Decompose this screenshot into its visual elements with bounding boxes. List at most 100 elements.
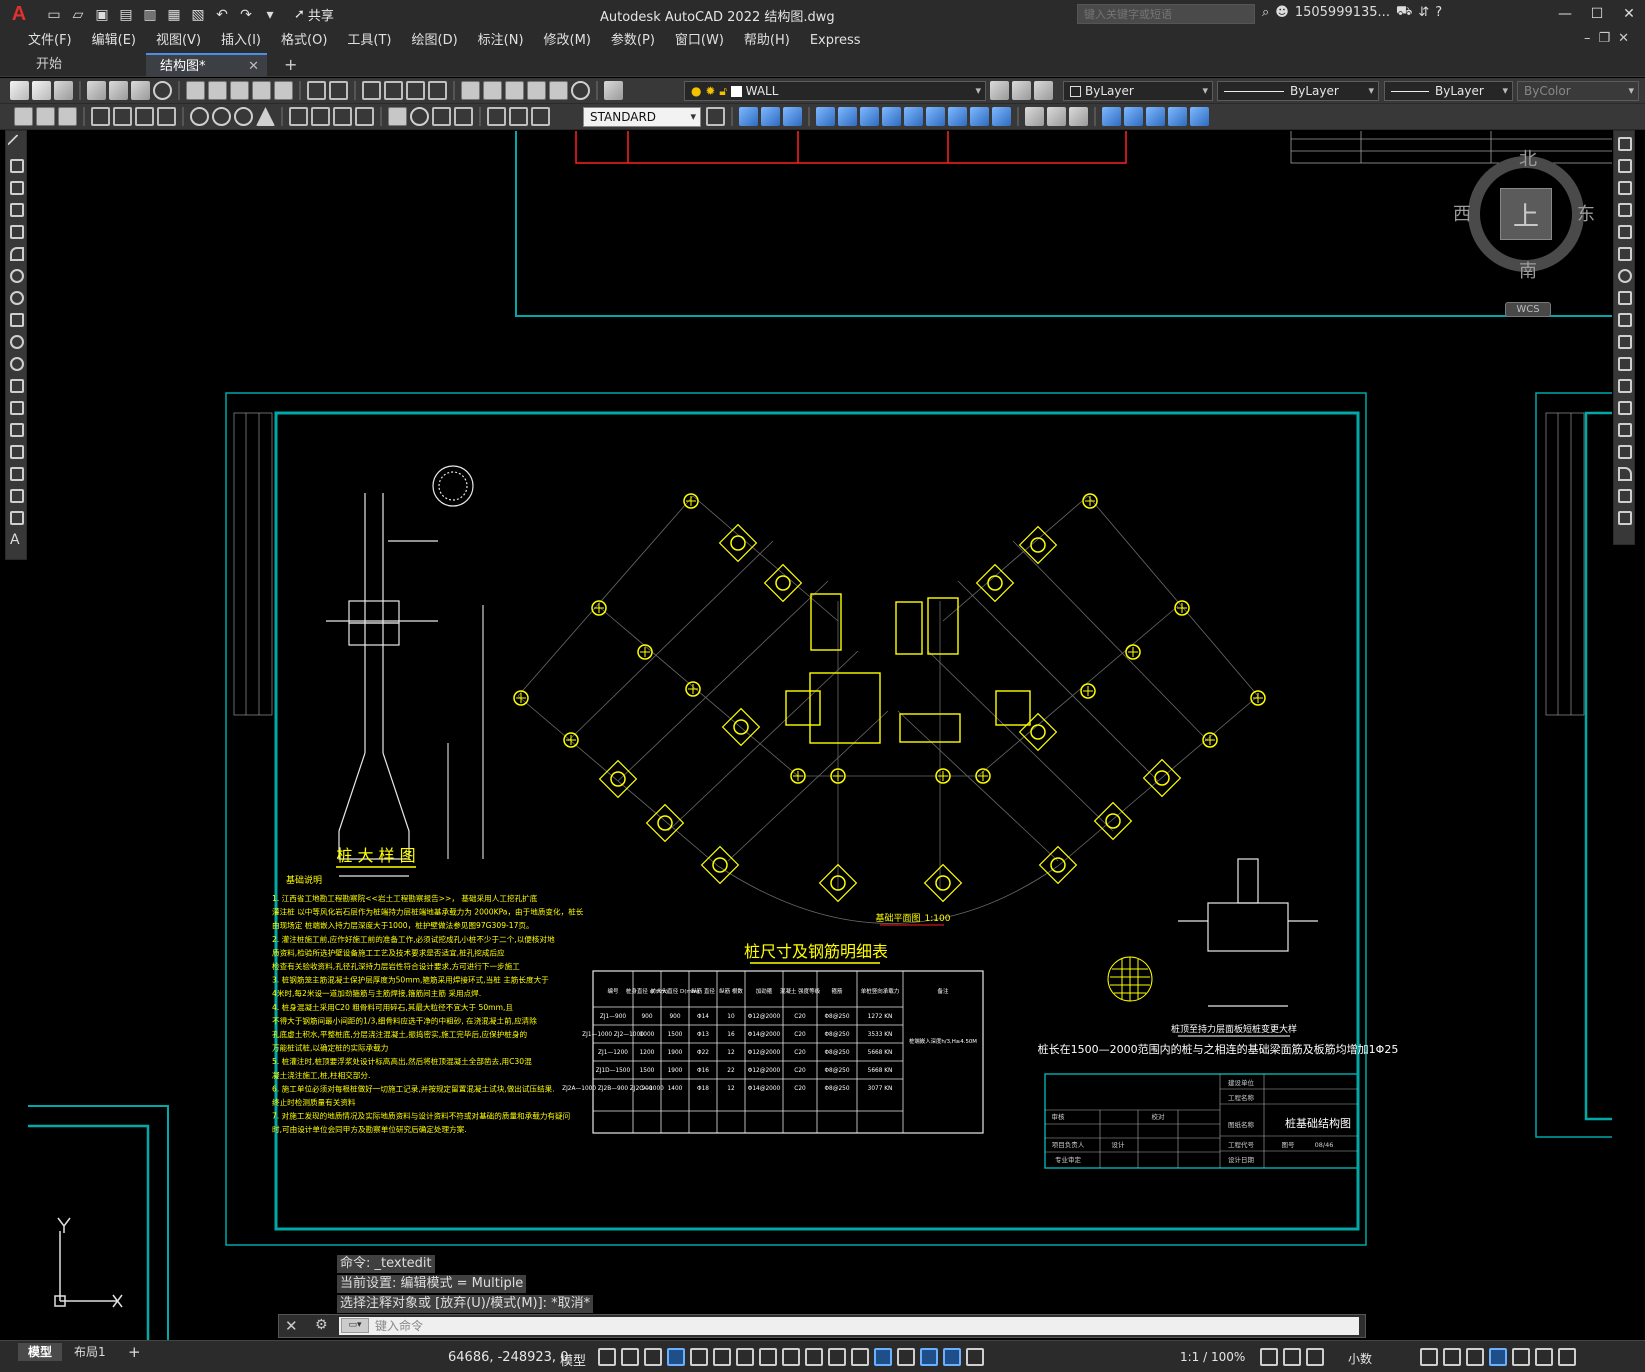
search-input[interactable]: [1077, 4, 1255, 24]
units-icon[interactable]: [1306, 1348, 1324, 1366]
offset-icon[interactable]: [783, 107, 802, 126]
region-icon[interactable]: [10, 489, 24, 503]
cut-icon[interactable]: [186, 81, 205, 100]
exchange-icon[interactable]: ⇵: [1418, 5, 1429, 20]
bring-above-icon[interactable]: [1168, 107, 1187, 126]
table-icon[interactable]: [10, 511, 24, 525]
join-icon[interactable]: [992, 107, 1011, 126]
polyline-icon[interactable]: [10, 181, 24, 195]
arc-icon[interactable]: [10, 247, 24, 261]
rotate-icon[interactable]: [860, 107, 879, 126]
help-icon[interactable]: ?: [1435, 5, 1442, 20]
save-icon[interactable]: ▣: [92, 5, 112, 25]
polar-icon[interactable]: [690, 1348, 708, 1366]
selection-cycling-icon[interactable]: [828, 1348, 846, 1366]
array-icon[interactable]: [816, 107, 835, 126]
object-snap-icon[interactable]: [759, 1348, 777, 1366]
center-mark-icon[interactable]: [410, 107, 429, 126]
snap-icon[interactable]: [621, 1348, 639, 1366]
new-tab-button[interactable]: +: [278, 53, 302, 77]
redo-icon[interactable]: ↷: [236, 5, 256, 25]
ordinate-dimension-icon[interactable]: [157, 107, 176, 126]
erase-icon[interactable]: [1618, 137, 1632, 151]
graphics-performance-icon[interactable]: [1512, 1348, 1530, 1366]
draw-order-icon[interactable]: [1102, 107, 1121, 126]
dimension-update-icon[interactable]: [531, 107, 550, 126]
plot-icon[interactable]: [87, 81, 106, 100]
construction-line-icon[interactable]: [10, 159, 24, 173]
gizmo-icon[interactable]: [920, 1348, 938, 1366]
viewcube-south[interactable]: 南: [1519, 257, 1537, 283]
menu-tools[interactable]: 工具(T): [337, 29, 401, 53]
units-readout[interactable]: 小数: [1348, 1350, 1372, 1367]
chamfer-icon[interactable]: [1618, 445, 1632, 459]
ellipse-icon[interactable]: [10, 335, 24, 349]
lock-ui-icon[interactable]: [1443, 1348, 1461, 1366]
linear-dimension-icon[interactable]: [91, 107, 110, 126]
dimension-space-icon[interactable]: [355, 107, 374, 126]
zoom-realtime-icon[interactable]: [384, 81, 403, 100]
insert-block-icon[interactable]: [10, 379, 24, 393]
viewcube-north[interactable]: 北: [1519, 145, 1537, 171]
send-back-icon[interactable]: [1146, 107, 1165, 126]
plot-icon[interactable]: ▧: [188, 5, 208, 25]
break-icon[interactable]: [970, 107, 989, 126]
new-icon[interactable]: [10, 81, 29, 100]
clean-screen-icon[interactable]: [1535, 1348, 1553, 1366]
revision-cloud-icon[interactable]: [10, 291, 24, 305]
tab-start[interactable]: 开始: [22, 53, 142, 77]
chamfer-icon[interactable]: [1025, 107, 1044, 126]
layer-dropdown[interactable]: ● ✹ 🔓︎ WALL: [684, 81, 986, 101]
model-space-button[interactable]: 模型: [560, 1350, 586, 1369]
infer-constraints-icon[interactable]: [644, 1348, 662, 1366]
ortho-icon[interactable]: [667, 1348, 685, 1366]
sheet-set-icon[interactable]: [527, 81, 546, 100]
stretch-icon[interactable]: [904, 107, 923, 126]
selection-filter-icon[interactable]: [897, 1348, 915, 1366]
make-current-layer-icon[interactable]: [990, 81, 1009, 100]
3d-dwf-icon[interactable]: [153, 81, 172, 100]
open-web-icon[interactable]: ▥: [140, 5, 160, 25]
angular-dimension-icon[interactable]: [256, 107, 275, 126]
plotstyle-dropdown[interactable]: ByColor: [1517, 81, 1639, 101]
3d-osnap-icon[interactable]: [851, 1348, 869, 1366]
dimension-edit-icon[interactable]: [487, 107, 506, 126]
menu-parametric[interactable]: 参数(P): [601, 29, 665, 53]
customize-qat-icon[interactable]: ▾: [260, 5, 280, 25]
save-icon[interactable]: [54, 81, 73, 100]
continue-dimension-icon[interactable]: [333, 107, 352, 126]
layer-properties-icon[interactable]: [604, 81, 623, 100]
send-under-icon[interactable]: [1190, 107, 1209, 126]
close-command-line-icon[interactable]: ✕: [285, 1317, 298, 1335]
layer-states-icon[interactable]: [1034, 81, 1053, 100]
polygon-icon[interactable]: [10, 203, 24, 217]
annotation-monitor-icon[interactable]: [1283, 1348, 1301, 1366]
mirror-icon[interactable]: [761, 107, 780, 126]
copy-object-icon[interactable]: [739, 107, 758, 126]
menu-dimension[interactable]: 标注(N): [468, 29, 534, 53]
break-at-point-icon[interactable]: [1618, 379, 1632, 393]
circle-icon[interactable]: [10, 269, 24, 283]
match-properties-icon[interactable]: [252, 81, 271, 100]
text-style-dropdown[interactable]: STANDARD: [583, 107, 701, 127]
command-input[interactable]: ▭▾ 键入命令: [339, 1317, 1359, 1335]
fillet-icon[interactable]: [1047, 107, 1066, 126]
plot-preview-icon[interactable]: [109, 81, 128, 100]
array-icon[interactable]: [1618, 225, 1632, 239]
zoom-scale-icon[interactable]: [36, 107, 55, 126]
join-icon[interactable]: [1618, 423, 1632, 437]
customize-icon[interactable]: ⚙: [315, 1317, 328, 1333]
viewcube-top-face[interactable]: 上: [1500, 188, 1552, 240]
open-icon[interactable]: [32, 81, 51, 100]
menu-draw[interactable]: 绘图(D): [402, 29, 468, 53]
menu-express[interactable]: Express: [800, 29, 871, 53]
isodraft-icon[interactable]: [713, 1348, 731, 1366]
annotation-visibility-icon[interactable]: [943, 1348, 961, 1366]
quick-dimension-icon[interactable]: [289, 107, 308, 126]
publish-icon[interactable]: [131, 81, 150, 100]
lineweight-icon[interactable]: [782, 1348, 800, 1366]
mirror-icon[interactable]: [1618, 181, 1632, 195]
extend-icon[interactable]: [948, 107, 967, 126]
break-icon[interactable]: [1618, 401, 1632, 415]
markup-icon[interactable]: [549, 81, 568, 100]
